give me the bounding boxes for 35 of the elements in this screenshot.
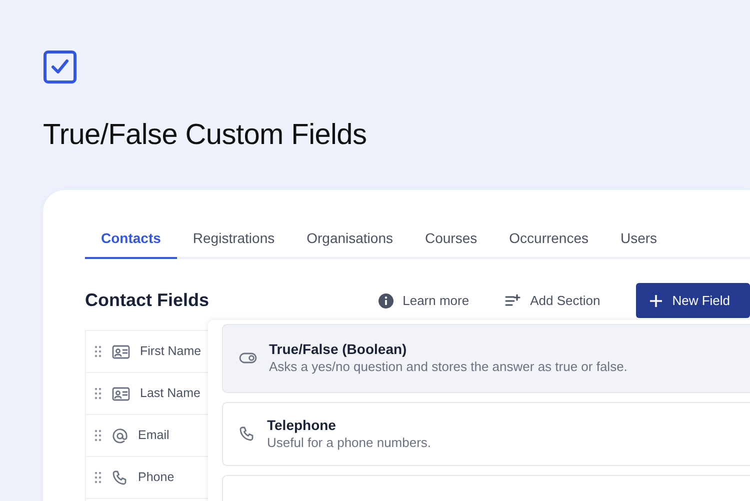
info-icon xyxy=(378,292,394,309)
drag-handle-icon xyxy=(94,387,102,400)
id-card-icon xyxy=(112,344,130,359)
tab[interactable]: Registrations xyxy=(176,220,291,259)
tab[interactable]: Users xyxy=(604,220,674,259)
drag-handle-icon xyxy=(94,345,102,358)
new-field-button[interactable]: New Field xyxy=(636,282,750,318)
field-type-option[interactable]: Telephone Useful for a phone numbers. xyxy=(222,402,750,466)
option-description: Useful for a phone numbers. xyxy=(267,434,432,452)
option-description: Asks a yes/no question and stores the answer as true or false. xyxy=(269,358,628,376)
page-title: True/False Custom Fields xyxy=(43,118,368,153)
tab[interactable]: Courses xyxy=(409,220,494,259)
add-section-button[interactable]: Add Section xyxy=(505,286,600,314)
tab[interactable]: Organisations xyxy=(290,220,409,259)
phone-icon xyxy=(239,426,255,442)
field-type-option[interactable]: True/False (Boolean) Asks a yes/no question and stores the answer as true or false. xyxy=(222,324,750,393)
plus-icon xyxy=(650,294,662,307)
toggle-icon xyxy=(239,352,257,364)
at-sign-icon xyxy=(112,428,128,444)
option-title: True/False (Boolean) xyxy=(269,340,408,358)
field-label: Email xyxy=(138,427,170,444)
phone-icon xyxy=(112,470,128,486)
checkbox-icon xyxy=(43,50,77,84)
drag-handle-icon xyxy=(94,471,102,484)
tab[interactable]: Contacts xyxy=(85,220,177,259)
drag-handle-icon xyxy=(94,429,102,442)
id-card-icon xyxy=(112,386,130,401)
option-title: Telephone xyxy=(267,416,337,434)
field-label: Last Name xyxy=(140,385,200,402)
list-plus-icon xyxy=(505,292,522,309)
section-title: Contact Fields xyxy=(85,290,210,312)
field-label: First Name xyxy=(140,343,202,360)
tab[interactable]: Occurrences xyxy=(493,220,604,259)
learn-more-button[interactable]: Learn more xyxy=(378,286,470,314)
field-label: Phone xyxy=(138,469,174,486)
